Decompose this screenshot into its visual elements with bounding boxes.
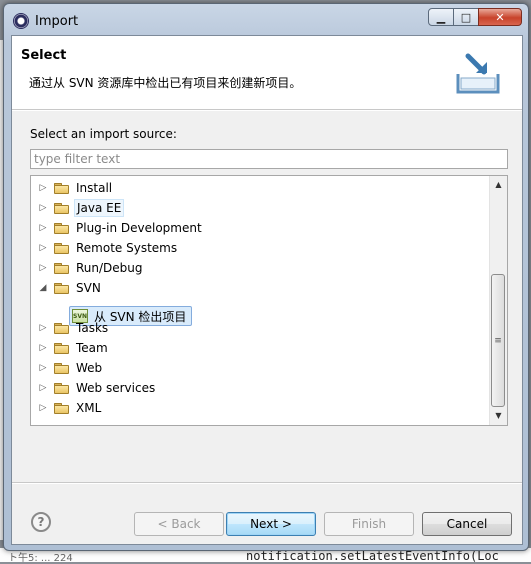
tree-node-label: Web services xyxy=(76,381,156,395)
dialog-content: Select 通过从 SVN 资源库中检出已有项目来创建新项目。 Select … xyxy=(11,35,523,545)
import-source-label: Select an import source: xyxy=(30,127,177,141)
wizard-header: Select 通过从 SVN 资源库中检出已有项目来创建新项目。 xyxy=(12,36,522,110)
tree-node[interactable]: ▷ Team xyxy=(37,338,110,358)
tree-node-label: Plug-in Development xyxy=(76,221,202,235)
expand-arrow-icon[interactable]: ▷ xyxy=(37,198,49,218)
tree-node-label: Web xyxy=(76,361,103,375)
expand-arrow-icon[interactable]: ▷ xyxy=(37,238,49,258)
folder-icon xyxy=(54,262,69,274)
folder-icon xyxy=(54,242,69,254)
tree-node[interactable]: ▷ Run/Debug xyxy=(37,258,145,278)
window-title: Import xyxy=(35,14,79,29)
folder-icon xyxy=(54,182,69,194)
eclipse-icon xyxy=(13,13,29,29)
scrollbar-thumb[interactable]: ≡ xyxy=(491,274,505,407)
tree-node-label: Java EE xyxy=(74,199,125,217)
page-title: Select xyxy=(21,48,67,63)
expand-arrow-icon[interactable]: ▷ xyxy=(37,398,49,418)
finish-button[interactable]: Finish xyxy=(324,512,414,536)
scroll-up-icon[interactable]: ▲ xyxy=(490,176,507,193)
import-source-tree[interactable]: ▷ Install ▷ Java EE ▷ Plug-in Developmen… xyxy=(30,175,508,426)
button-bar-separator-highlight xyxy=(12,483,522,484)
back-button[interactable]: < Back xyxy=(134,512,224,536)
tree-scrollbar[interactable]: ▲ ≡ ▼ xyxy=(489,176,507,425)
tree-node[interactable]: ▷ Web xyxy=(37,358,104,378)
expand-arrow-icon[interactable]: ▷ xyxy=(37,218,49,238)
background-code-line: notification.setLatestEventInfo(Loc xyxy=(246,549,499,563)
folder-icon xyxy=(54,282,69,294)
help-button[interactable]: ? xyxy=(31,512,51,532)
expand-arrow-icon[interactable]: ▷ xyxy=(37,378,49,398)
folder-icon xyxy=(54,342,69,354)
tree-node-label: Team xyxy=(76,341,108,355)
expand-arrow-icon[interactable]: ▷ xyxy=(37,178,49,198)
tree-node[interactable]: ▷ Plug-in Development xyxy=(37,218,204,238)
expand-arrow-icon[interactable]: ▷ xyxy=(37,258,49,278)
expand-arrow-icon[interactable]: ▷ xyxy=(37,358,49,378)
import-dialog: Import ▁ □ ✕ Select 通过从 SVN 资源库中检出已有项目来创… xyxy=(3,3,529,551)
folder-icon xyxy=(54,402,69,414)
tree-node[interactable]: ▷ Web services xyxy=(37,378,157,398)
tree-node[interactable]: ▷ Tasks xyxy=(37,318,110,338)
import-wizard-icon xyxy=(456,53,500,94)
cancel-button[interactable]: Cancel xyxy=(422,512,512,536)
maximize-button[interactable]: □ xyxy=(453,8,479,26)
scroll-down-icon[interactable]: ▼ xyxy=(490,407,507,424)
folder-icon xyxy=(54,322,69,334)
tree-node-label: Run/Debug xyxy=(76,261,143,275)
expand-arrow-icon[interactable]: ▷ xyxy=(37,338,49,358)
tree-node[interactable]: ▷ Remote Systems xyxy=(37,238,179,258)
collapse-arrow-icon[interactable]: ◢ xyxy=(37,278,49,298)
close-button[interactable]: ✕ xyxy=(478,8,522,26)
folder-icon xyxy=(54,222,69,234)
tree-node-label: SVN xyxy=(76,281,101,295)
tree-node-label: Tasks xyxy=(76,321,109,335)
tree-node-svn[interactable]: ◢ SVN xyxy=(37,278,103,298)
tree-node-label: Install xyxy=(76,181,113,195)
tree-node[interactable]: ▷ Java EE xyxy=(37,198,125,218)
minimize-button[interactable]: ▁ xyxy=(428,8,454,26)
tree-node[interactable]: ▷ XML xyxy=(37,398,103,418)
tree-node-label: XML xyxy=(76,401,102,415)
tree-node[interactable]: ▷ Install xyxy=(37,178,114,198)
tree-node-label: Remote Systems xyxy=(76,241,178,255)
folder-icon xyxy=(54,382,69,394)
next-button[interactable]: Next > xyxy=(226,512,316,536)
folder-icon xyxy=(54,202,69,214)
title-bar[interactable]: Import ▁ □ ✕ xyxy=(4,4,528,36)
folder-icon xyxy=(54,362,69,374)
header-separator xyxy=(12,110,522,111)
page-description: 通过从 SVN 资源库中检出已有项目来创建新项目。 xyxy=(29,76,302,90)
filter-input[interactable] xyxy=(30,149,508,169)
window-controls: ▁ □ ✕ xyxy=(428,8,522,28)
expand-arrow-icon[interactable]: ▷ xyxy=(37,318,49,338)
